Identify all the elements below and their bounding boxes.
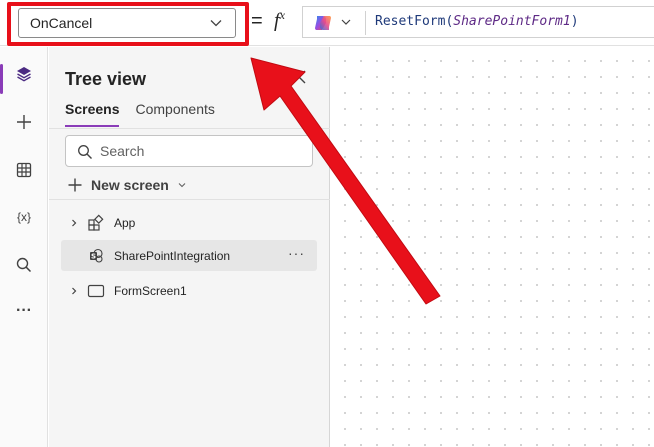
fx-icon: fx <box>274 8 285 32</box>
formula-bar: OnCancel = fx ResetForm(SharePointForm1) <box>0 0 654 46</box>
left-rail: {x} ··· <box>0 47 48 447</box>
tree-node-label: FormScreen1 <box>114 283 187 298</box>
formula-text[interactable]: ResetForm(SharePointForm1) <box>375 14 579 29</box>
rail-search[interactable] <box>0 245 48 285</box>
chevron-right-icon[interactable] <box>69 286 79 296</box>
equals-sign: = <box>251 10 263 32</box>
tree-node-label: SharePointIntegration <box>114 248 231 263</box>
formula-input[interactable]: ResetForm(SharePointForm1) <box>302 6 654 38</box>
search-placeholder: Search <box>100 143 145 159</box>
panel-title: Tree view <box>65 69 147 89</box>
table-icon <box>16 162 32 178</box>
divider <box>365 11 366 35</box>
app-root: OnCancel = fx ResetForm(SharePointForm1)… <box>0 0 654 447</box>
tree-node-formscreen1[interactable]: FormScreen1 <box>61 275 317 306</box>
search-icon <box>78 145 92 159</box>
app-icon <box>88 214 104 231</box>
svg-text:S: S <box>91 252 96 260</box>
search-icon <box>16 257 32 273</box>
tab-screens[interactable]: Screens <box>65 101 120 127</box>
tab-bar: Screens Components <box>65 101 215 127</box>
rail-insert[interactable] <box>0 102 48 142</box>
plus-icon <box>68 178 82 192</box>
layers-icon <box>17 67 31 82</box>
chevron-down-icon <box>178 183 186 188</box>
sharepoint-icon: S <box>90 248 103 263</box>
property-value: OnCancel <box>30 15 93 31</box>
chevron-down-icon[interactable] <box>340 16 352 28</box>
tree-node-sharepointintegration[interactable]: S SharePointIntegration ··· <box>61 240 317 271</box>
close-icon[interactable] <box>289 67 309 87</box>
chevron-down-icon <box>210 20 222 27</box>
rail-data[interactable] <box>0 150 48 190</box>
chevron-right-icon[interactable] <box>69 218 79 228</box>
more-options-icon[interactable]: ··· <box>288 245 305 261</box>
new-screen-button[interactable]: New screen <box>67 175 187 195</box>
formula-function: ResetForm( <box>375 14 454 29</box>
tree-view-panel: Tree view Screens Components Search New … <box>49 47 330 447</box>
divider <box>49 199 330 200</box>
rail-more[interactable]: ··· <box>0 291 48 331</box>
tree-node-label: App <box>114 215 136 230</box>
divider <box>49 128 330 129</box>
plus-icon <box>17 115 31 129</box>
formula-argument: SharePointForm1 <box>453 14 571 29</box>
variables-icon: {x} <box>16 210 31 224</box>
design-canvas[interactable] <box>331 47 654 447</box>
tab-components[interactable]: Components <box>135 101 214 127</box>
more-icon: ··· <box>16 302 32 319</box>
copilot-icon[interactable] <box>313 13 333 33</box>
formula-close: ) <box>570 14 579 29</box>
rail-tree-view[interactable] <box>0 54 48 94</box>
search-input[interactable]: Search <box>65 135 313 167</box>
new-screen-label: New screen <box>91 177 169 193</box>
tree-node-app[interactable]: App <box>61 207 317 238</box>
rail-variables[interactable]: {x} <box>0 197 48 237</box>
property-dropdown[interactable]: OnCancel <box>18 8 236 38</box>
screen-icon <box>87 284 105 297</box>
